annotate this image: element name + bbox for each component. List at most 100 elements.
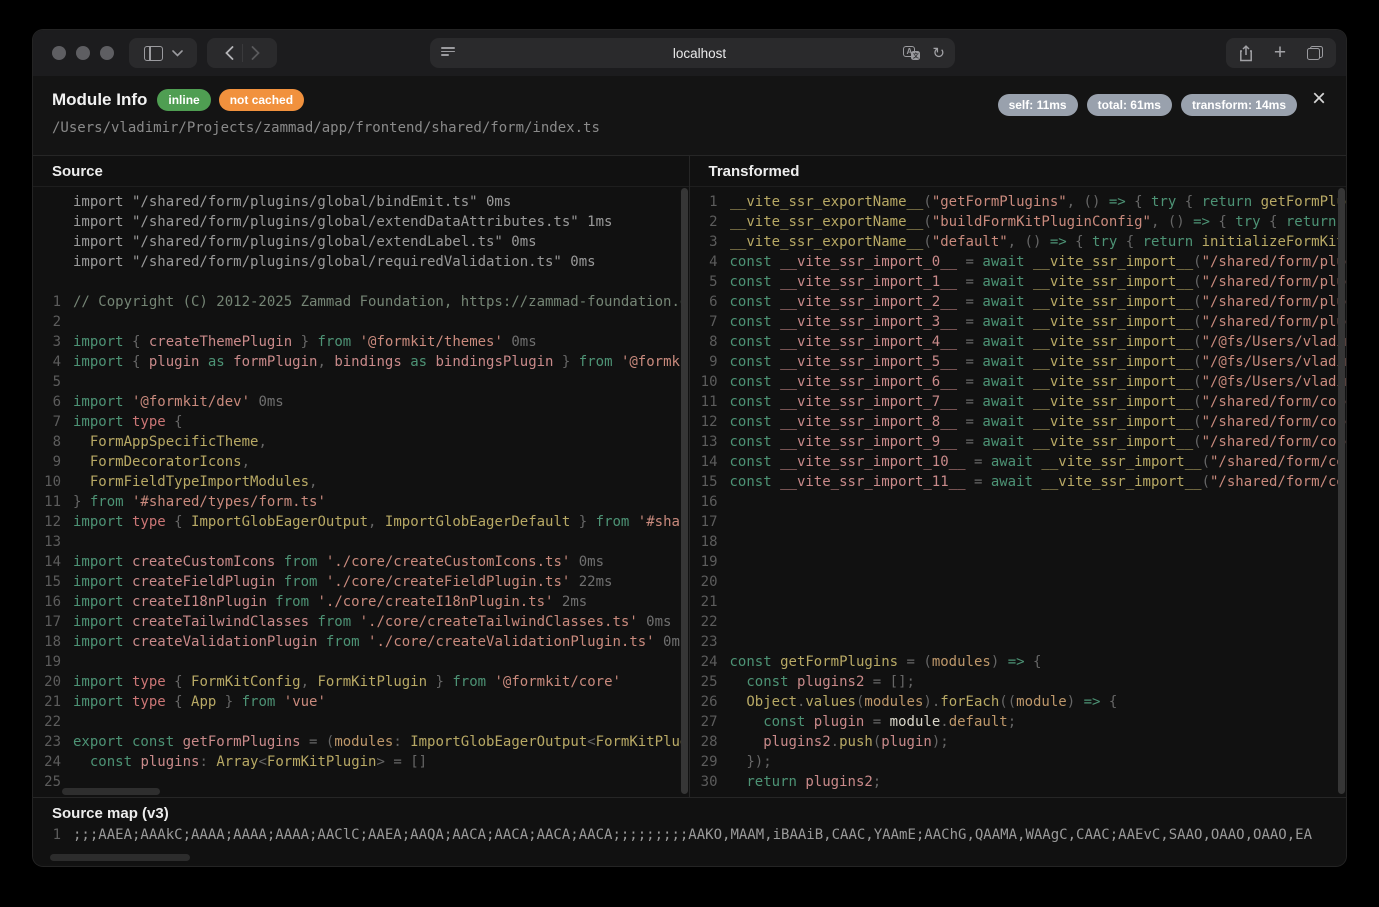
code-line: 7import type { (33, 412, 689, 432)
source-vertical-scrollbar[interactable] (681, 188, 688, 794)
code-line: 6const __vite_ssr_import_2__ = await __v… (690, 292, 1347, 312)
transformed-code[interactable]: 1__vite_ssr_exportName__("getFormPlugins… (690, 187, 1347, 792)
sidebar-icon (144, 46, 163, 61)
chevron-down-icon (172, 50, 183, 57)
line-number: 22 (33, 712, 73, 732)
code-line: 27 const plugin = module.default; (690, 712, 1347, 732)
code-line: 17import createTailwindClasses from './c… (33, 612, 689, 632)
line-number: 11 (690, 392, 730, 412)
line-number: 17 (33, 612, 73, 632)
line-number: 22 (690, 612, 730, 632)
code-panels: Source import "/shared/form/plugins/glob… (33, 155, 1346, 798)
code-line: 3import { createThemePlugin } from '@for… (33, 332, 689, 352)
line-number: 12 (33, 512, 73, 532)
line-number: 18 (33, 632, 73, 652)
sourcemap-title: Source map (v3) (33, 798, 1346, 825)
module-info-header: Module Info inlinenot cached /Users/vlad… (33, 76, 1346, 155)
code-line: 28 plugins2.push(plugin); (690, 732, 1347, 752)
code-line: 30 return plugins2; (690, 772, 1347, 792)
code-line: 7const __vite_ssr_import_3__ = await __v… (690, 312, 1347, 332)
line-number: 16 (690, 492, 730, 512)
code-line: 24const getFormPlugins = (modules) => { (690, 652, 1347, 672)
close-window-button[interactable] (52, 46, 66, 60)
code-line: 1// Copyright (C) 2012-2025 Zammad Found… (33, 292, 689, 312)
line-number: 24 (33, 752, 73, 772)
nav-buttons (207, 38, 277, 68)
line-number: 21 (690, 592, 730, 612)
url-text[interactable]: localhost (444, 46, 955, 61)
window-controls[interactable] (52, 46, 114, 60)
transformed-vertical-scrollbar[interactable] (1338, 188, 1345, 794)
tab-overview-icon[interactable] (1307, 46, 1323, 60)
code-line: 9const __vite_ssr_import_5__ = await __v… (690, 352, 1347, 372)
line-number: 8 (690, 332, 730, 352)
zoom-window-button[interactable] (100, 46, 114, 60)
code-line: 10const __vite_ssr_import_6__ = await __… (690, 372, 1347, 392)
line-number: 17 (690, 512, 730, 532)
line-number: 19 (33, 652, 73, 672)
code-line: 16import createI18nPlugin from './core/c… (33, 592, 689, 612)
close-icon[interactable]: × (1305, 86, 1333, 114)
code-line: 20import type { FormKitConfig, FormKitPl… (33, 672, 689, 692)
code-line (33, 272, 689, 292)
code-line: 9 FormDecoratorIcons, (33, 452, 689, 472)
line-number (33, 252, 73, 272)
code-line: 18 (690, 532, 1347, 552)
code-line: 2 (33, 312, 689, 332)
line-number: 6 (33, 392, 73, 412)
sidebar-toggle-button[interactable] (129, 38, 197, 68)
code-line: 15import createFieldPlugin from './core/… (33, 572, 689, 592)
new-tab-button[interactable]: + (1274, 41, 1286, 65)
line-number: 5 (33, 372, 73, 392)
line-number: 9 (33, 452, 73, 472)
code-line: 17 (690, 512, 1347, 532)
code-line: 19 (33, 652, 689, 672)
status-badge: not cached (219, 89, 304, 111)
share-icon[interactable] (1239, 45, 1253, 62)
source-panel: Source import "/shared/form/plugins/glob… (33, 156, 690, 797)
line-number: 6 (690, 292, 730, 312)
line-number: 23 (33, 732, 73, 752)
forward-button[interactable] (251, 46, 260, 60)
line-number: 10 (33, 472, 73, 492)
line-number: 11 (33, 492, 73, 512)
source-horizontal-scrollbar[interactable] (62, 788, 160, 795)
line-number: 1 (33, 825, 73, 845)
code-line: 3__vite_ssr_exportName__("default", () =… (690, 232, 1347, 252)
line-number: 15 (690, 472, 730, 492)
reader-view-icon[interactable] (441, 47, 455, 59)
line-number: 1 (690, 192, 730, 212)
sourcemap-code[interactable]: 1;;;AAEA;AAAkC;AAAA;AAAA;AAAA;AAClC;AAEA… (33, 825, 1346, 845)
line-number: 7 (690, 312, 730, 332)
line-number: 19 (690, 552, 730, 572)
code-line: 26 Object.values(modules).forEach((modul… (690, 692, 1347, 712)
line-number: 26 (690, 692, 730, 712)
address-bar[interactable]: localhost A文 ↻ (430, 38, 955, 68)
code-line: 1;;;AAEA;AAAkC;AAAA;AAAA;AAAA;AAClC;AAEA… (33, 825, 1346, 845)
status-badge: inline (157, 89, 210, 111)
code-line: 12import type { ImportGlobEagerOutput, I… (33, 512, 689, 532)
back-button[interactable] (225, 46, 234, 60)
sourcemap-horizontal-scrollbar[interactable] (50, 854, 190, 861)
browser-toolbar: localhost A文 ↻ + (33, 30, 1346, 76)
code-line: 5const __vite_ssr_import_1__ = await __v… (690, 272, 1347, 292)
code-line: 6import '@formkit/dev' 0ms (33, 392, 689, 412)
module-badges: inline not cached (157, 89, 304, 111)
code-line: 20 (690, 572, 1347, 592)
translate-icon[interactable]: A文 (903, 46, 920, 60)
line-number: 20 (690, 572, 730, 592)
reload-icon[interactable]: ↻ (932, 46, 945, 61)
code-line: 29 }); (690, 752, 1347, 772)
code-line: 8const __vite_ssr_import_4__ = await __v… (690, 332, 1347, 352)
minimize-window-button[interactable] (76, 46, 90, 60)
code-line: 13 (33, 532, 689, 552)
line-number (33, 232, 73, 252)
code-line: 21import type { App } from 'vue' (33, 692, 689, 712)
line-number: 13 (33, 532, 73, 552)
source-code[interactable]: import "/shared/form/plugins/global/bind… (33, 187, 689, 792)
line-number: 12 (690, 412, 730, 432)
code-line: import "/shared/form/plugins/global/bind… (33, 192, 689, 212)
code-line: 22 (690, 612, 1347, 632)
metric-badge: self: 11ms (998, 94, 1078, 116)
code-line: import "/shared/form/plugins/global/exte… (33, 232, 689, 252)
